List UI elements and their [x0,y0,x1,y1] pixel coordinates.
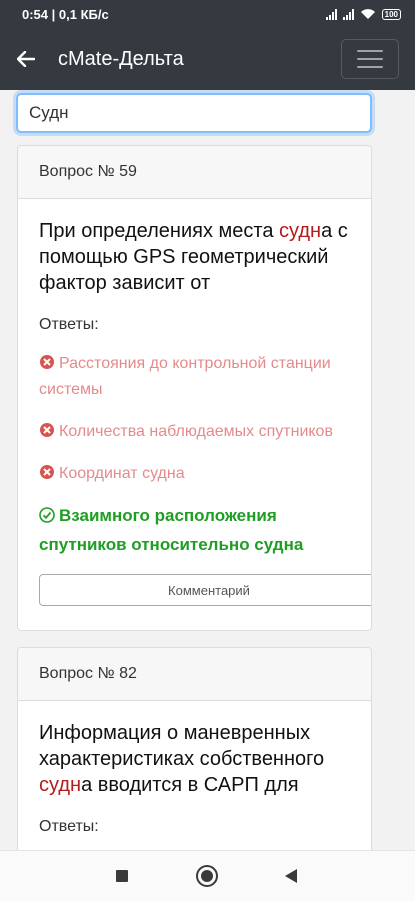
wifi-icon [360,9,375,19]
answers-label: Ответы: [39,818,99,835]
signal-icon-2 [342,8,354,20]
search-highlight: судн [39,774,82,796]
question-text: При определениях места судна с помощью G… [39,220,348,294]
answers-list: Расстояния до контрольной станции систем… [39,351,350,559]
back-triangle-icon[interactable] [285,869,297,883]
status-time-speed: 0:54 | 0,1 КБ/с [22,6,109,22]
search-highlight: судн [279,220,322,242]
recents-square-icon[interactable] [116,870,128,882]
signal-icon [325,8,337,20]
search-container [16,93,372,133]
comment-button[interactable]: Комментарий [39,574,371,606]
answer-item: Координат судна [39,461,350,487]
arrow-left-icon [17,51,35,67]
hamburger-menu-icon [357,50,383,52]
question-number: Вопрос № 59 [18,146,371,199]
battery-icon: 100 [381,8,401,20]
status-bar: 0:54 | 0,1 КБ/с 100 [0,0,415,28]
app-title: cMate-Дельта [58,47,184,70]
question-card: Вопрос № 59 При определениях места судна… [17,145,372,631]
x-circle-icon [40,423,54,437]
question-card: Вопрос № 82 Информация о маневренных хар… [17,647,372,862]
answer-item: Количества наблюдаемых спутников [39,419,350,445]
question-number: Вопрос № 82 [18,648,371,701]
system-nav-bar [0,850,415,901]
x-circle-icon [40,355,54,369]
answers-label: Ответы: [39,316,99,333]
check-circle-icon [39,507,55,523]
menu-button[interactable] [341,39,399,79]
answer-item-correct: Взаимного расположения спутников относит… [39,506,304,554]
x-circle-icon [40,465,54,479]
back-button[interactable] [11,44,41,74]
question-text: Информация о маневренных характеристиках… [39,722,325,796]
app-bar: cMate-Дельта [0,28,415,90]
home-circle-icon[interactable] [198,867,216,885]
search-input[interactable] [16,93,372,133]
status-icons: 100 [325,8,401,20]
answer-item: Расстояния до контрольной станции систем… [39,355,331,398]
